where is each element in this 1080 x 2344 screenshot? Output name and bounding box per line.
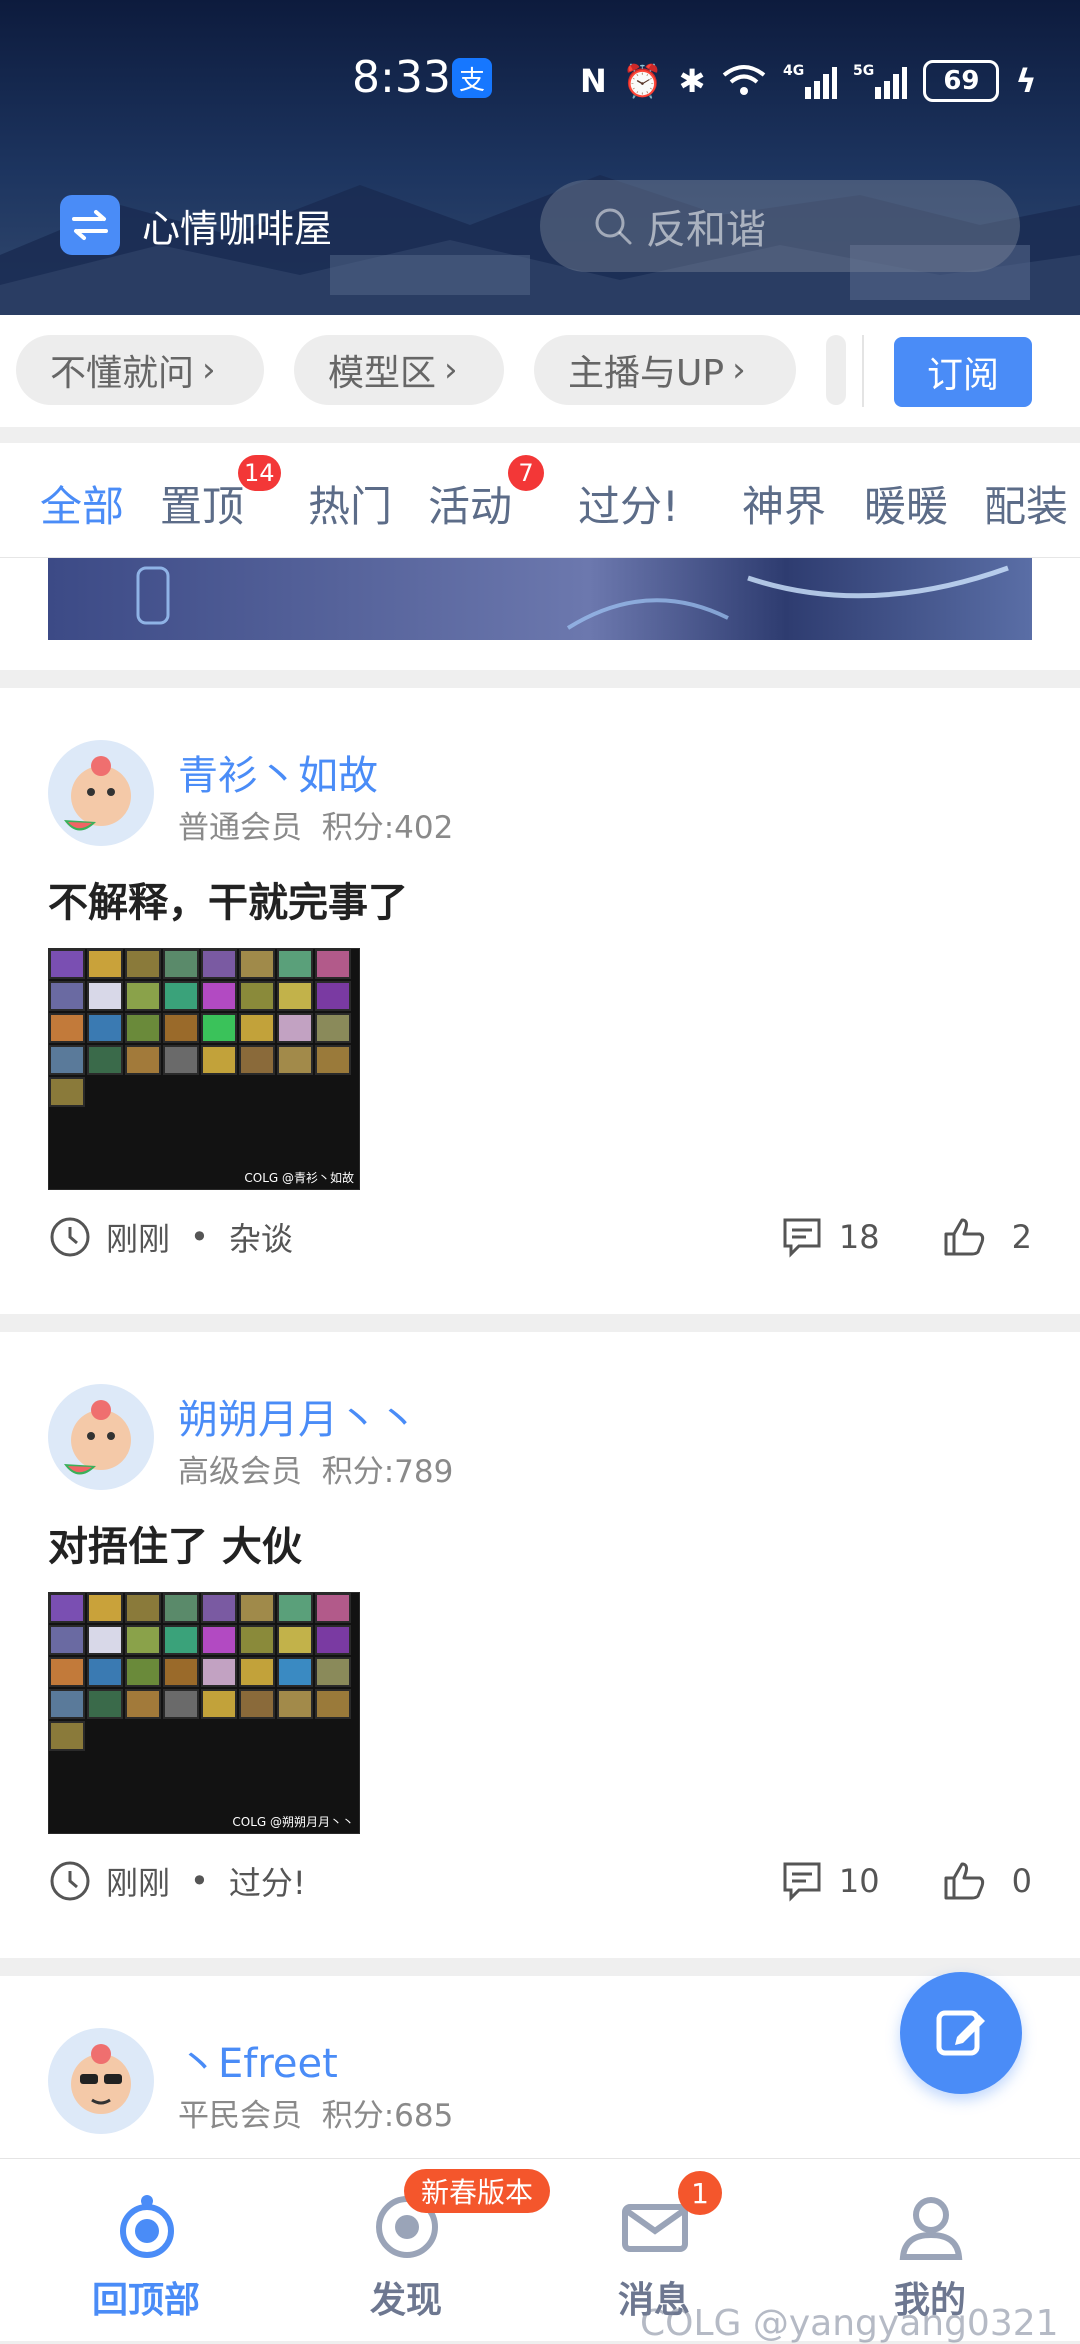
- signal-4g-icon: 4G: [783, 63, 838, 99]
- post-time: 刚刚: [106, 1864, 171, 1902]
- username[interactable]: 朔朔月月丶丶: [178, 1387, 418, 1445]
- post-card[interactable]: 青衫丶如故 普通会员 积分:402 不解释，干就完事了 COLG @青衫丶如故 …: [0, 688, 1080, 1314]
- comment-count: 10: [838, 1862, 880, 1900]
- clock-icon: [50, 1861, 90, 1901]
- thumbs-up-icon: [944, 1862, 984, 1900]
- like-button[interactable]: 0: [942, 1860, 1032, 1902]
- like-button[interactable]: 2: [942, 1216, 1032, 1258]
- edit-icon: [936, 2010, 985, 2056]
- search-input[interactable]: 反和谐: [540, 180, 1020, 272]
- like-count: 2: [1011, 1218, 1032, 1256]
- svg-text:4G: 4G: [783, 63, 804, 79]
- signal-5g-icon: 5G: [853, 63, 908, 99]
- swap-icon: [72, 210, 108, 240]
- tab-gear[interactable]: 配装: [984, 473, 1068, 534]
- tab-excessive[interactable]: 过分!: [578, 473, 679, 534]
- nav-discover[interactable]: 发现 新春版本: [306, 2159, 550, 2341]
- clock-icon: [50, 1217, 90, 1257]
- avatar[interactable]: [48, 2028, 154, 2134]
- wifi-icon: [723, 65, 766, 95]
- chip-ask[interactable]: 不懂就问 ›: [16, 335, 264, 405]
- unread-badge: 1: [678, 2171, 722, 2215]
- alarm-icon: ⏰: [622, 62, 663, 100]
- tab-warm[interactable]: 暖暖: [864, 473, 948, 534]
- post-section[interactable]: 杂谈: [229, 1214, 293, 1260]
- status-icons: N ⏰ ✱ 4G 5G 69 ϟ: [580, 56, 1037, 106]
- profile-icon: [899, 2197, 963, 2260]
- comment-count: 18: [838, 1218, 880, 1256]
- image-watermark: COLG @青衫丶如故: [244, 1171, 354, 1185]
- ad-banner-card: [0, 558, 1080, 670]
- post-meta: 刚刚 • 杂谈 18 2: [48, 1212, 1032, 1262]
- username[interactable]: 青衫丶如故: [178, 743, 378, 801]
- back-to-top-icon: [120, 2195, 174, 2258]
- ad-banner-image[interactable]: [48, 558, 1032, 640]
- watermark: COLG @yangyang0321: [640, 2303, 1059, 2344]
- count-badge: 14: [238, 455, 281, 491]
- divider: [862, 335, 864, 407]
- compose-button[interactable]: [900, 1972, 1022, 2094]
- tab-divine[interactable]: 神界: [742, 473, 826, 534]
- bluetooth-icon: ✱: [678, 62, 706, 100]
- post-image[interactable]: COLG @朔朔月月丶丶: [48, 1592, 360, 1834]
- chip-model[interactable]: 模型区 ›: [294, 335, 504, 405]
- category-chips: 不懂就问 › 模型区 › 主播与UP › 订阅: [0, 315, 1080, 427]
- comment-icon: [783, 1218, 821, 1258]
- nfc-icon: N: [580, 62, 607, 100]
- bottom-nav: 回顶部 发现 新春版本 消息 1 我的 COLG @yangyang0321: [0, 2158, 1080, 2344]
- chip-partial[interactable]: [826, 335, 846, 405]
- post-section[interactable]: 过分!: [229, 1858, 306, 1904]
- chip-label: 模型区: [328, 353, 437, 394]
- battery-indicator: 69: [923, 60, 1000, 102]
- member-info: 普通会员 积分:402: [178, 810, 454, 846]
- tab-hot[interactable]: 热门: [308, 473, 392, 534]
- new-version-badge: 新春版本: [404, 2169, 550, 2213]
- post-image[interactable]: COLG @青衫丶如故: [48, 948, 360, 1190]
- nav-label: 回顶部: [91, 2280, 200, 2321]
- comment-button[interactable]: 18: [781, 1216, 880, 1258]
- comment-icon: [783, 1862, 821, 1902]
- avatar[interactable]: [48, 740, 154, 846]
- tab-activity[interactable]: 活动 7: [428, 455, 544, 534]
- chip-streamer[interactable]: 主播与UP ›: [534, 335, 796, 405]
- avatar[interactable]: [48, 1384, 154, 1490]
- member-info: 高级会员 积分:789: [178, 1454, 454, 1490]
- chevron-right-icon: ›: [444, 350, 458, 390]
- comment-button[interactable]: 10: [781, 1860, 880, 1902]
- image-watermark: COLG @朔朔月月丶丶: [232, 1815, 354, 1829]
- post-meta: 刚刚 • 过分! 10 0: [48, 1856, 1032, 1906]
- forum-title: 心情咖啡屋: [142, 207, 333, 251]
- count-badge: 7: [508, 455, 544, 491]
- status-bar: 8:33 支 N ⏰ ✱ 4G 5G 69 ϟ: [0, 50, 1080, 110]
- alipay-icon: 支: [452, 58, 492, 98]
- like-count: 0: [1011, 1862, 1032, 1900]
- post-title[interactable]: 对捂住了 大伙: [48, 1514, 302, 1572]
- nav-back-to-top[interactable]: 回顶部: [46, 2159, 246, 2341]
- tab-pinned[interactable]: 置顶 14: [160, 455, 281, 534]
- svg-text:5G: 5G: [853, 63, 874, 79]
- post-title[interactable]: 不解释，干就完事了: [48, 870, 408, 928]
- search-placeholder: 反和谐: [646, 207, 766, 253]
- thumbs-up-icon: [944, 1218, 984, 1256]
- post-time: 刚刚: [106, 1220, 171, 1258]
- header-banner: 8:33 支 N ⏰ ✱ 4G 5G 69 ϟ 心情咖啡屋 反和谐: [0, 0, 1080, 315]
- nav-label: 发现: [369, 2280, 442, 2321]
- search-icon: [595, 208, 632, 245]
- chevron-right-icon: ›: [732, 350, 746, 390]
- section-tabs: 全部 置顶 14 热门 活动 7 过分! 神界 暖暖 配装: [0, 443, 1080, 558]
- post-card[interactable]: 朔朔月月丶丶 高级会员 积分:789 对捂住了 大伙 COLG @朔朔月月丶丶 …: [0, 1332, 1080, 1958]
- subscribe-button[interactable]: 订阅: [894, 337, 1032, 407]
- username[interactable]: 丶Efreet: [178, 2031, 338, 2089]
- chip-label: 不懂就问: [50, 353, 195, 394]
- member-info: 平民会员 积分:685: [178, 2098, 454, 2134]
- charging-icon: ϟ: [1015, 62, 1037, 100]
- tab-all[interactable]: 全部: [40, 473, 124, 534]
- chip-label: 主播与UP: [568, 353, 725, 394]
- switch-forum-button[interactable]: [60, 195, 120, 255]
- status-time: 8:33: [352, 52, 451, 103]
- chevron-right-icon: ›: [202, 350, 216, 390]
